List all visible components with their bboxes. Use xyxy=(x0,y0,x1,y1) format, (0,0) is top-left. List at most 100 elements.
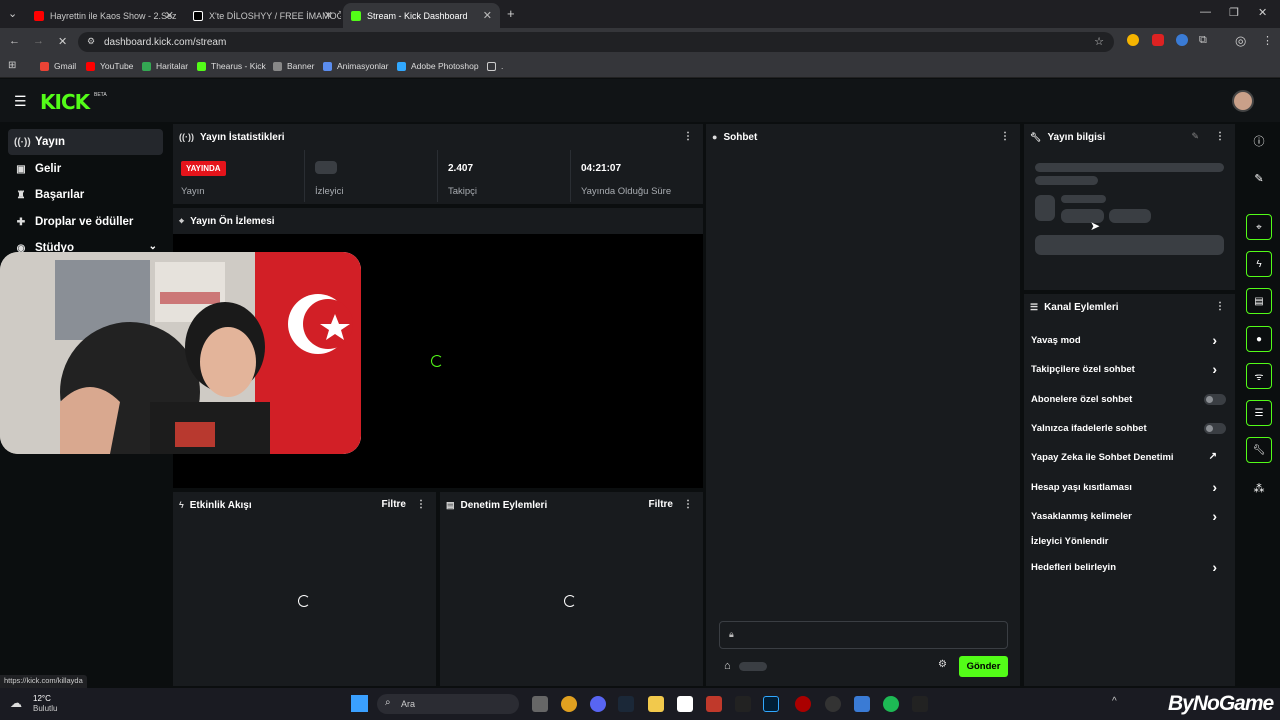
camera-focus-icon[interactable]: ⌖ xyxy=(1246,214,1272,240)
profile-icon[interactable]: ◎ xyxy=(1235,33,1246,49)
apps-grid-icon[interactable]: ⊞ xyxy=(8,60,16,71)
tray-chevron-up-icon[interactable]: ^ xyxy=(1112,696,1117,707)
url-input[interactable]: ⚙ dashboard.kick.com/stream ☆ xyxy=(78,32,1114,52)
obs-icon[interactable] xyxy=(825,696,841,712)
browser-tab-1[interactable]: Hayrettin ile Kaos Show - 2.Sez ✕ xyxy=(26,3,182,28)
bookmark-label: Gmail xyxy=(54,61,77,71)
subscribers-only-toggle[interactable] xyxy=(1204,394,1226,405)
filter-button[interactable]: Filtre xyxy=(649,499,673,510)
stop-icon[interactable]: ✕ xyxy=(58,35,67,48)
browser-tab-3[interactable]: Stream - Kick Dashboard ✕ xyxy=(343,3,500,28)
file-explorer-icon[interactable] xyxy=(648,696,664,712)
more-options-icon[interactable]: ⋮ xyxy=(683,499,693,510)
epic-games-icon[interactable] xyxy=(735,696,751,712)
user-avatar[interactable] xyxy=(1232,90,1254,112)
more-options-icon[interactable]: ⋮ xyxy=(683,131,693,142)
new-tab-icon[interactable]: + xyxy=(507,6,515,21)
action-banned-words[interactable]: Yasaklanmış kelimeler › xyxy=(1031,508,1227,524)
bookmark-kick[interactable]: Thearus - Kick xyxy=(197,61,266,71)
chat-input[interactable]: 🔒︎ xyxy=(719,621,1008,649)
menu-kebab-icon[interactable]: ⋮ xyxy=(1262,34,1273,47)
action-goals[interactable]: Hedefleri belirleyin › xyxy=(1031,559,1227,575)
action-label: Yavaş mod xyxy=(1031,335,1081,346)
steam-icon[interactable] xyxy=(618,696,634,712)
site-info-icon[interactable]: ⚙ xyxy=(87,36,95,47)
app-icon[interactable] xyxy=(795,696,811,712)
close-icon[interactable]: ✕ xyxy=(165,9,174,22)
browser-tab-2[interactable]: X'te DİLOSHYY / FREE İMAMOĞ ✕ xyxy=(185,3,341,28)
weather-desc[interactable]: Bulutlu xyxy=(33,704,57,713)
wallet-icon: ▣ xyxy=(16,163,26,175)
kick-logo[interactable]: KICK xyxy=(40,90,90,114)
sidebar-item-revenue[interactable]: ▣ Gelir xyxy=(8,156,163,182)
settings-gear-icon[interactable]: ⚙ xyxy=(938,659,947,670)
sidebar-item-label: Droplar ve ödüller xyxy=(35,216,134,228)
filter-button[interactable]: Filtre xyxy=(382,499,406,510)
add-widget-icon[interactable]: ⁂ xyxy=(1246,475,1272,501)
bookmark-folder[interactable]: . xyxy=(487,61,503,71)
info-icon[interactable]: ⓘ xyxy=(1246,128,1272,154)
task-view-icon[interactable] xyxy=(532,696,548,712)
capcut-icon[interactable] xyxy=(677,696,693,712)
hamburger-menu-icon[interactable]: ☰ xyxy=(14,93,27,110)
broadcast-icon[interactable]: ᯤ xyxy=(1246,363,1272,389)
back-icon[interactable]: ← xyxy=(9,35,20,47)
sidebar-item-drops[interactable]: ✚ Droplar ve ödüller xyxy=(8,209,163,235)
chat-bubble-icon[interactable]: ● xyxy=(1246,326,1272,352)
extensions-puzzle-icon[interactable]: ⧉ xyxy=(1199,34,1207,47)
more-options-icon[interactable]: ⋮ xyxy=(1215,301,1225,312)
bookmark-photoshop[interactable]: Adobe Photoshop xyxy=(397,61,479,71)
action-slow-mode[interactable]: Yavaş mod › xyxy=(1031,332,1227,348)
bookmark-star-icon[interactable]: ☆ xyxy=(1094,35,1104,48)
close-icon[interactable]: ✕ xyxy=(324,9,333,22)
minimize-icon[interactable]: — xyxy=(1200,6,1211,18)
extension-icon[interactable] xyxy=(1152,34,1164,46)
maximize-icon[interactable]: ❐ xyxy=(1229,6,1239,19)
discord-icon[interactable] xyxy=(590,696,606,712)
pencil-icon[interactable]: ✎ xyxy=(1246,165,1272,191)
bookmark-animations[interactable]: Animasyonlar xyxy=(323,61,389,71)
lightning-icon[interactable]: ϟ xyxy=(1246,251,1272,277)
tab-search-icon[interactable]: ⌄ xyxy=(8,7,17,20)
close-icon[interactable]: ✕ xyxy=(483,9,492,22)
action-label: Yalnızca ifadelerle sohbet xyxy=(1031,423,1147,434)
more-options-icon[interactable]: ⋮ xyxy=(1215,131,1225,142)
window-close-icon[interactable]: ✕ xyxy=(1258,6,1267,19)
stat-followers: 2.407 Takipçi xyxy=(438,150,571,202)
store-icon[interactable]: ⌂ xyxy=(724,660,731,672)
url-text: dashboard.kick.com/stream xyxy=(104,36,227,48)
edit-pencil-icon[interactable]: ✎ xyxy=(1191,131,1199,142)
chrome-icon[interactable] xyxy=(561,696,577,712)
extension-icon[interactable] xyxy=(1176,34,1188,46)
app-icon[interactable] xyxy=(854,696,870,712)
windows-start-icon[interactable] xyxy=(351,695,368,712)
photoshop-icon[interactable] xyxy=(763,696,779,712)
kick-icon xyxy=(197,61,206,71)
action-ai-moderation[interactable]: Yapay Zeka ile Sohbet Denetimi ↗ xyxy=(1031,451,1227,463)
bookmark-banner[interactable]: Banner xyxy=(273,61,314,71)
extension-icon[interactable] xyxy=(1127,34,1139,46)
epic-games-icon[interactable] xyxy=(912,696,928,712)
weather-temp[interactable]: 12°C xyxy=(33,694,51,703)
action-raid[interactable]: İzleyici Yönlendir xyxy=(1031,536,1227,547)
taskbar-search-input[interactable]: ⌕ Ara xyxy=(377,694,519,714)
more-options-icon[interactable]: ⋮ xyxy=(1000,131,1010,142)
app-icon[interactable] xyxy=(706,696,722,712)
action-account-age[interactable]: Hesap yaşı kısıtlaması › xyxy=(1031,479,1227,495)
bookmark-youtube[interactable]: YouTube xyxy=(86,61,133,71)
bookmark-gmail[interactable]: Gmail xyxy=(40,61,76,71)
wrench-icon[interactable]: 🔧︎ xyxy=(1246,437,1272,463)
more-options-icon[interactable]: ⋮ xyxy=(416,499,426,510)
action-followers-only[interactable]: Takipçilere özel sohbet › xyxy=(1031,361,1227,377)
list-icon[interactable]: ☰ xyxy=(1246,400,1272,426)
sidebar-item-stream[interactable]: ((·)) Yayın xyxy=(8,129,163,155)
bookmark-maps[interactable]: Haritalar xyxy=(142,61,188,71)
sidebar-item-label: Başarılar xyxy=(35,189,85,201)
document-icon[interactable]: ▤ xyxy=(1246,288,1272,314)
spotify-icon[interactable] xyxy=(883,696,899,712)
send-button[interactable]: Gönder xyxy=(959,656,1008,677)
chevron-right-icon: › xyxy=(1212,508,1217,524)
emotes-only-toggle[interactable] xyxy=(1204,423,1226,434)
forward-icon[interactable]: → xyxy=(33,35,44,47)
sidebar-item-achievements[interactable]: ♜ Başarılar xyxy=(8,182,163,208)
